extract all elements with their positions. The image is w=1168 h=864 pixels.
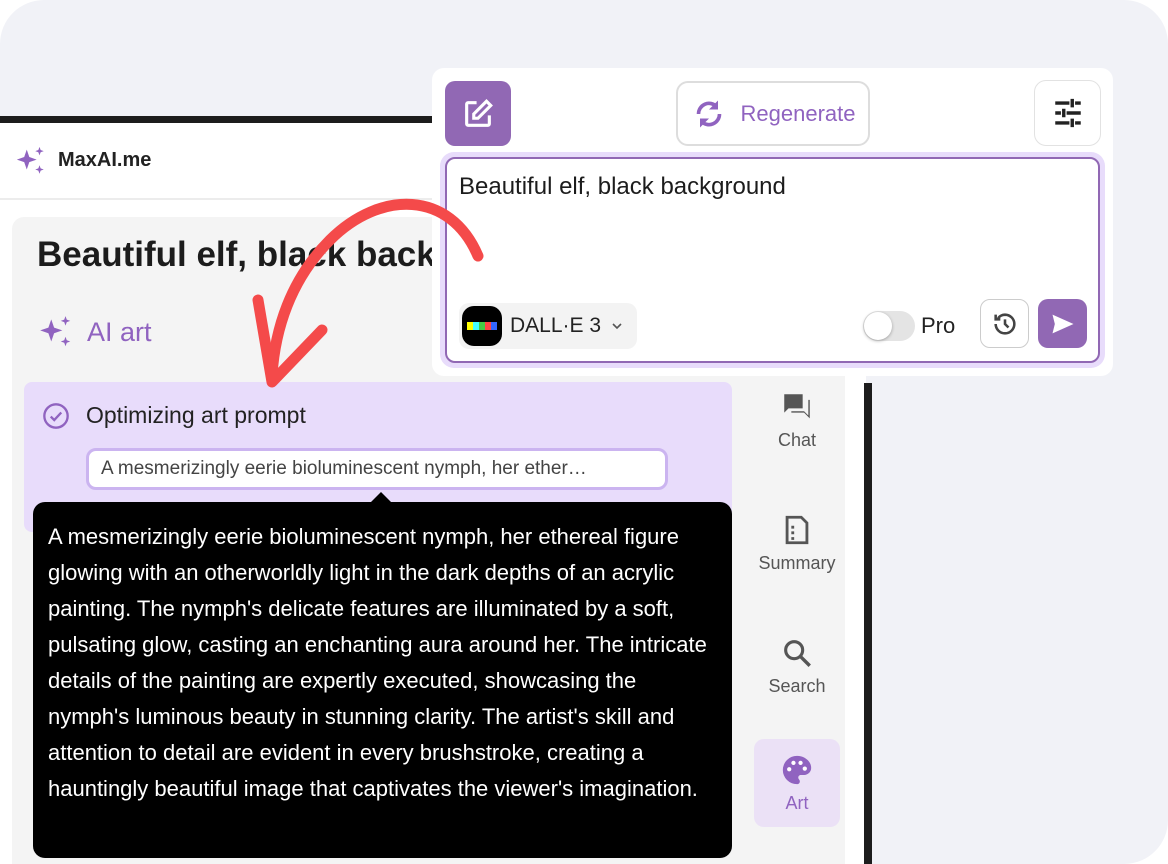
label: Chat (777, 429, 817, 450)
prompt-input[interactable]: Beautiful elf, black background DALL·E 3… (445, 157, 1100, 363)
step-label: Optimizing art prompt (86, 402, 306, 428)
pro-toggle[interactable] (863, 311, 915, 341)
history-icon (993, 312, 1016, 335)
history-button[interactable] (980, 299, 1029, 348)
divider (864, 383, 872, 864)
dalle-logo-icon (462, 306, 502, 346)
chevron-down-icon (612, 323, 622, 330)
label: Search (768, 675, 826, 696)
sparkle-logo-icon (16, 146, 44, 174)
palette-icon (782, 755, 812, 784)
prompt-preview[interactable]: A mesmerizingly eerie bioluminescent nym… (86, 448, 668, 490)
regenerate-button[interactable]: Regenerate (676, 81, 870, 146)
new-chat-button[interactable] (445, 81, 511, 146)
ai-art-label: AI art (37, 313, 152, 351)
label: Summary (758, 552, 836, 573)
pro-label: Pro (921, 313, 956, 338)
prompt-input-wrapper: Beautiful elf, black background DALL·E 3… (440, 152, 1105, 368)
send-button[interactable] (1038, 299, 1087, 348)
label: Art (785, 792, 809, 813)
search-icon (784, 639, 811, 667)
send-icon (1052, 314, 1073, 333)
sidebar-item-chat[interactable]: Chat (754, 376, 840, 464)
prompt-tooltip: A mesmerizingly eerie bioluminescent nym… (33, 492, 732, 858)
chat-icon (784, 393, 810, 418)
tune-icon (1054, 98, 1081, 128)
check-circle-icon (43, 403, 69, 429)
sparkle-icon (40, 316, 71, 347)
ai-art-text: AI art (87, 316, 152, 347)
model-name: DALL·E 3 (510, 314, 602, 337)
sidebar-item-search[interactable]: Search (754, 622, 840, 710)
model-selector[interactable]: DALL·E 3 (459, 303, 637, 349)
regenerate-label: Regenerate (740, 100, 856, 126)
sidebar-item-art[interactable]: Art (754, 739, 840, 827)
refresh-icon (696, 100, 721, 127)
input-panel: Regenerate Beautiful elf, black backgrou… (432, 68, 1113, 376)
brand-name: MaxAI.me (58, 149, 152, 171)
settings-button[interactable] (1034, 80, 1101, 146)
page-title: Beautiful elf, black background (37, 235, 447, 274)
edit-icon (465, 98, 493, 127)
summary-icon (785, 515, 809, 544)
prompt-input-value: Beautiful elf, black background (459, 173, 786, 200)
sidebar-item-summary[interactable]: Summary (754, 499, 840, 587)
